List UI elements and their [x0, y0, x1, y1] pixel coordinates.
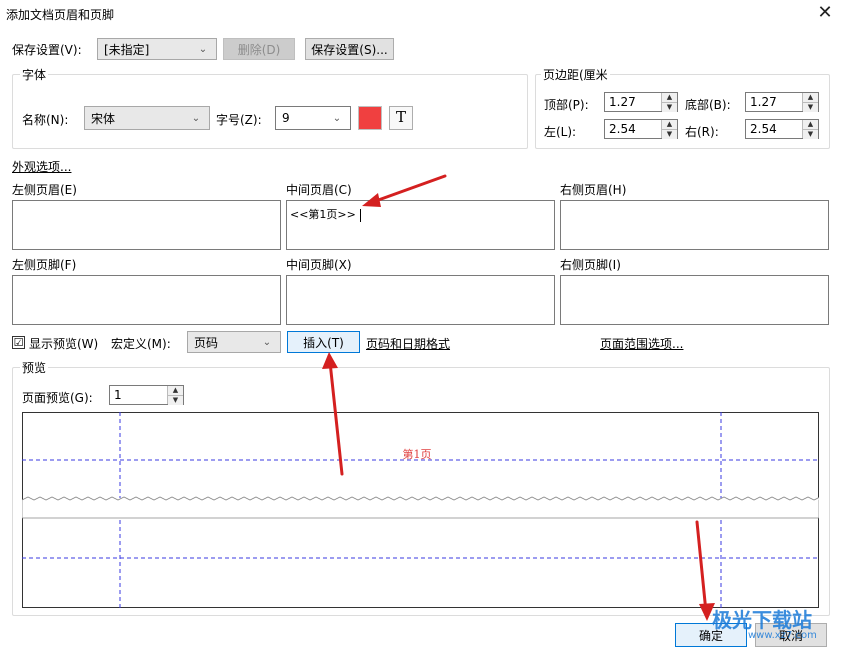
center-footer-label: 中间页脚(X): [286, 258, 352, 272]
macro-value: 页码: [194, 335, 219, 350]
save-settings-button[interactable]: 保存设置(S)...: [305, 38, 394, 60]
watermark-logo-text: 极光下载站: [712, 608, 812, 632]
margin-right-label: 右(R):: [685, 125, 719, 139]
right-header-input[interactable]: [560, 200, 829, 250]
page-preview-value: 1: [114, 388, 122, 402]
spin-up-icon[interactable]: ▲: [662, 93, 677, 102]
spin-down-icon[interactable]: ▼: [803, 102, 818, 112]
close-icon[interactable]: ✕: [813, 2, 837, 26]
preview-page: 第1页: [22, 412, 819, 608]
font-name-label: 名称(N):: [22, 113, 69, 127]
appearance-options-link[interactable]: 外观选项...: [12, 158, 71, 175]
margin-top-value: 1.27: [609, 95, 636, 109]
margin-left-label: 左(L):: [544, 125, 577, 139]
right-footer-label: 右侧页脚(I): [560, 258, 621, 272]
center-header-input[interactable]: <<第1页>>: [286, 200, 555, 250]
margin-right-value: 2.54: [750, 122, 777, 136]
right-header-label: 右侧页眉(H): [560, 183, 627, 197]
page-date-format-link[interactable]: 页码和日期格式: [366, 335, 450, 352]
font-name-value: 宋体: [91, 111, 116, 126]
watermark-url: www.xz7.com: [748, 630, 817, 641]
page-range-options-link[interactable]: 页面范围选项...: [600, 335, 683, 352]
text-style-icon[interactable]: T: [389, 106, 413, 130]
insert-button[interactable]: 插入(T): [287, 331, 360, 353]
spin-down-icon[interactable]: ▼: [168, 395, 183, 405]
margin-right-spinner[interactable]: 2.54 ▲ ▼: [745, 119, 819, 139]
spin-up-icon[interactable]: ▲: [168, 386, 183, 395]
chevron-down-icon: ⌄: [198, 43, 208, 55]
chevron-down-icon: ⌄: [191, 112, 201, 124]
save-settings-select[interactable]: [未指定] ⌄: [97, 38, 217, 60]
preview-header-text: 第1页: [403, 447, 432, 461]
font-size-label: 字号(Z):: [216, 113, 262, 127]
arrow-to-center-header: [368, 174, 447, 205]
center-header-value: <<第1页>>: [290, 208, 356, 221]
show-preview-checkbox[interactable]: ☑: [12, 336, 25, 349]
show-preview-label: 显示预览(W): [29, 337, 99, 351]
margin-bottom-label: 底部(B):: [685, 98, 731, 112]
page-preview-spinner[interactable]: 1 ▲ ▼: [109, 385, 184, 405]
page-preview-label: 页面预览(G):: [22, 391, 93, 405]
center-header-label: 中间页眉(C): [286, 183, 352, 197]
spin-down-icon[interactable]: ▼: [662, 102, 677, 112]
spin-down-icon[interactable]: ▼: [803, 129, 818, 139]
preview-group-title: 预览: [20, 359, 49, 376]
font-color-swatch[interactable]: [358, 106, 382, 130]
right-footer-input[interactable]: [560, 275, 829, 325]
font-name-select[interactable]: 宋体 ⌄: [84, 106, 210, 130]
margin-bottom-value: 1.27: [750, 95, 777, 109]
spin-up-icon[interactable]: ▲: [803, 93, 818, 102]
margin-top-label: 顶部(P):: [544, 98, 589, 112]
macro-select[interactable]: 页码 ⌄: [187, 331, 281, 353]
chevron-down-icon: ⌄: [332, 112, 342, 124]
margin-left-value: 2.54: [609, 122, 636, 136]
font-group-title: 字体: [20, 66, 49, 83]
spin-up-icon[interactable]: ▲: [662, 120, 677, 129]
margin-top-spinner[interactable]: 1.27 ▲ ▼: [604, 92, 678, 112]
save-settings-value: [未指定]: [104, 42, 150, 57]
font-size-value: 9: [282, 111, 290, 125]
save-settings-label: 保存设置(V):: [12, 43, 82, 57]
text-caret: [359, 208, 361, 222]
margin-bottom-spinner[interactable]: 1.27 ▲ ▼: [745, 92, 819, 112]
margins-group-title: 页边距(厘米: [541, 66, 610, 83]
spin-down-icon[interactable]: ▼: [662, 129, 677, 139]
font-size-select[interactable]: 9 ⌄: [275, 106, 351, 130]
left-header-input[interactable]: [12, 200, 281, 250]
left-header-label: 左侧页眉(E): [12, 183, 77, 197]
macro-label: 宏定义(M):: [111, 337, 171, 351]
margin-left-spinner[interactable]: 2.54 ▲ ▼: [604, 119, 678, 139]
left-footer-label: 左侧页脚(F): [12, 258, 77, 272]
header-footer-dialog: 添加文档页眉和页脚 ✕ 保存设置(V): [未指定] ⌄ 删除(D) 保存设置(…: [0, 0, 841, 660]
page-break-tear: [22, 496, 819, 519]
left-footer-input[interactable]: [12, 275, 281, 325]
spin-up-icon[interactable]: ▲: [803, 120, 818, 129]
chevron-down-icon: ⌄: [262, 336, 272, 348]
center-footer-input[interactable]: [286, 275, 555, 325]
window-title: 添加文档页眉和页脚: [6, 8, 115, 22]
delete-button[interactable]: 删除(D): [223, 38, 295, 60]
